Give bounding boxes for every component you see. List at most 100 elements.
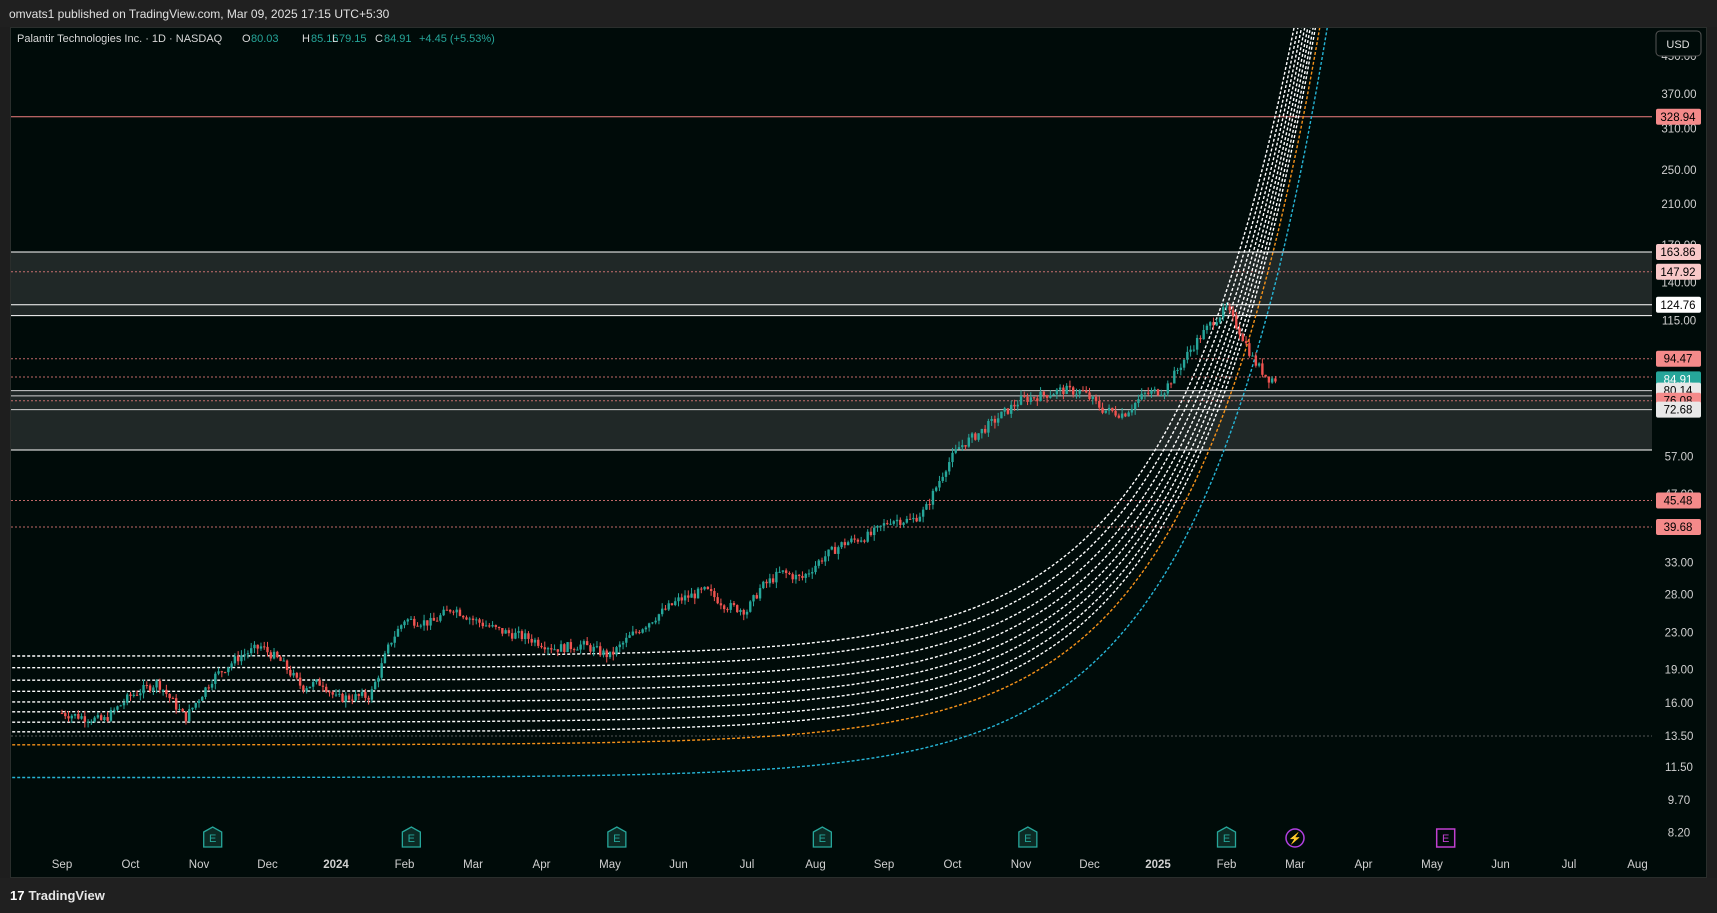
candle-body bbox=[1270, 378, 1274, 383]
candle-body bbox=[263, 646, 266, 648]
candle-body bbox=[850, 538, 853, 543]
split-marker-icon: ⚡ bbox=[1285, 828, 1305, 848]
candle-body bbox=[758, 588, 762, 599]
candle-body bbox=[775, 571, 778, 583]
price-axis: 450.00370.00310.00250.00210.00170.00140.… bbox=[1661, 51, 1696, 840]
candle-body bbox=[1075, 393, 1078, 395]
time-tick-label: Feb bbox=[1217, 859, 1237, 871]
candle-body bbox=[576, 649, 579, 651]
candle-body bbox=[1254, 355, 1258, 366]
candle-body bbox=[488, 625, 491, 627]
candle-body bbox=[1039, 391, 1042, 402]
candle-body bbox=[377, 677, 380, 682]
candle-body bbox=[1228, 306, 1231, 311]
candle-body bbox=[484, 625, 488, 627]
candle-body bbox=[318, 679, 321, 686]
candle-body bbox=[373, 681, 377, 690]
candle-body bbox=[347, 695, 351, 700]
white-channel-curve bbox=[11, 28, 1314, 723]
candle-body bbox=[315, 679, 318, 683]
candle-body bbox=[843, 542, 847, 546]
candle-body bbox=[321, 685, 325, 687]
candle-body bbox=[142, 684, 145, 694]
candle-body bbox=[227, 667, 230, 673]
price-zone bbox=[11, 251, 1652, 316]
candle-body bbox=[918, 516, 922, 522]
candle-body bbox=[194, 703, 197, 708]
candle-body bbox=[396, 628, 400, 637]
candle-body bbox=[1068, 385, 1072, 388]
candle-body bbox=[755, 595, 758, 599]
candle-body bbox=[367, 697, 370, 700]
price-level-badge-label: 147.92 bbox=[1660, 267, 1695, 279]
candle-body bbox=[938, 480, 941, 488]
candle-body bbox=[393, 636, 396, 643]
candle-body bbox=[977, 433, 980, 440]
candle-body bbox=[475, 619, 478, 621]
candle-body bbox=[184, 711, 188, 722]
close-label: C bbox=[375, 33, 383, 45]
earnings-marker-icon: E bbox=[812, 826, 832, 848]
candle-body bbox=[1026, 396, 1029, 402]
candle-body bbox=[716, 597, 719, 604]
candle-body bbox=[527, 633, 530, 639]
price-level-badge-label: 39.68 bbox=[1664, 522, 1693, 534]
candle-body bbox=[667, 603, 670, 610]
candle-body bbox=[403, 621, 406, 626]
candle-body bbox=[579, 644, 582, 650]
candle-body bbox=[1218, 317, 1222, 323]
candle-body bbox=[1019, 395, 1023, 405]
candle-body bbox=[602, 650, 605, 656]
candle-body bbox=[817, 560, 820, 566]
candle-body bbox=[112, 709, 116, 711]
candle-body bbox=[103, 717, 106, 721]
currency-button[interactable]: USD bbox=[1655, 30, 1702, 57]
candle-body bbox=[713, 591, 716, 598]
candle-body bbox=[912, 517, 915, 520]
candle-body bbox=[233, 656, 237, 664]
candle-body bbox=[214, 673, 217, 684]
orange-support-curve bbox=[11, 28, 1321, 746]
candle-body bbox=[1176, 369, 1179, 371]
price-chart[interactable]: E E E E E E ⚡ E 450.00370.00310.00250.00210.001… bbox=[0, 0, 1717, 913]
candle-body bbox=[660, 608, 664, 615]
candle-body bbox=[455, 609, 458, 613]
candle-body bbox=[1202, 330, 1205, 340]
candle-body bbox=[856, 539, 860, 542]
candle-body bbox=[572, 649, 576, 651]
candle-body bbox=[931, 490, 935, 505]
candle-body bbox=[292, 672, 295, 676]
candle-body bbox=[1098, 401, 1101, 408]
candle-body bbox=[1052, 394, 1055, 396]
time-tick-label: May bbox=[599, 859, 621, 871]
earnings-marker-icon: E bbox=[203, 826, 223, 848]
candle-body bbox=[902, 522, 905, 525]
candle-body bbox=[1257, 363, 1261, 366]
time-tick-label: Apr bbox=[1355, 859, 1373, 871]
candle-body bbox=[915, 517, 918, 522]
candle-body bbox=[1244, 341, 1248, 344]
candle-body bbox=[1127, 412, 1130, 417]
candle-body bbox=[1094, 396, 1098, 402]
candle-body bbox=[934, 487, 938, 491]
symbol-title: Palantir Technologies Inc. · 1D · NASDAQ bbox=[17, 33, 223, 45]
change-value: +4.45 (+5.53%) bbox=[419, 33, 495, 45]
candle-body bbox=[481, 622, 484, 627]
candle-body bbox=[220, 671, 224, 673]
candle-body bbox=[1117, 415, 1121, 418]
candle-body bbox=[879, 525, 882, 527]
candle-body bbox=[152, 687, 155, 691]
event-marker-glyph: ⚡ bbox=[1288, 832, 1302, 845]
price-tick-label: 115.00 bbox=[1662, 316, 1696, 328]
candle-body bbox=[497, 626, 501, 629]
price-tick-label: 28.00 bbox=[1665, 590, 1694, 602]
event-marker-glyph: E bbox=[1442, 833, 1449, 845]
candle-body bbox=[1169, 383, 1173, 385]
event-marker-glyph: E bbox=[408, 833, 415, 845]
candle-body bbox=[217, 671, 220, 674]
candle-body bbox=[722, 605, 726, 610]
candle-body bbox=[165, 689, 168, 694]
close-value: 84.91 bbox=[384, 33, 412, 45]
price-level-badge-label: 72.68 bbox=[1664, 405, 1693, 417]
candle-body bbox=[70, 715, 73, 719]
